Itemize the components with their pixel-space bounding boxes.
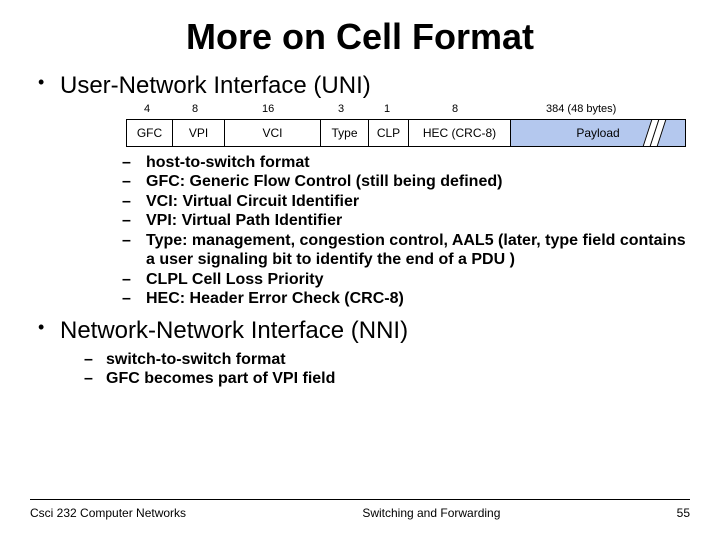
section-uni: User-Network Interface (UNI) 4 8 16 3 1 …: [30, 72, 690, 309]
slide-title: More on Cell Format: [30, 16, 690, 58]
footer-right: 55: [677, 506, 690, 520]
field-payload-label: Payload: [576, 126, 619, 140]
section-heading: Network-Network Interface (NNI): [60, 317, 408, 344]
bit-label: 8: [452, 103, 458, 116]
cell-format-diagram: 4 8 16 3 1 8 384 (48 bytes) GFC VPI VCI …: [126, 103, 686, 147]
truncation-mark: [647, 119, 661, 147]
nni-sublist: switch-to-switch format GFC becomes part…: [60, 350, 690, 389]
section-nni: Network-Network Interface (NNI) switch-t…: [30, 317, 690, 389]
section-heading: User-Network Interface (UNI): [60, 72, 371, 99]
footer-left: Csci 232 Computer Networks: [30, 506, 186, 520]
field-vci: VCI: [224, 119, 320, 147]
bit-label: 3: [338, 103, 344, 116]
bullet-list: User-Network Interface (UNI) 4 8 16 3 1 …: [30, 72, 690, 389]
bit-label: 1: [384, 103, 390, 116]
slide: More on Cell Format User-Network Interfa…: [0, 0, 720, 540]
bit-label: 384 (48 bytes): [546, 103, 616, 116]
field-hec: HEC (CRC-8): [408, 119, 510, 147]
field-row: GFC VPI VCI Type CLP HEC (CRC-8) Payload: [126, 119, 686, 147]
bit-label: 8: [192, 103, 198, 116]
field-type: Type: [320, 119, 368, 147]
list-item: HEC: Header Error Check (CRC-8): [60, 289, 690, 309]
field-payload: Payload: [510, 119, 686, 147]
field-clp: CLP: [368, 119, 408, 147]
list-item: VCI: Virtual Circuit Identifier: [60, 192, 690, 212]
footer-center: Switching and Forwarding: [362, 506, 500, 520]
uni-sublist: host-to-switch format GFC: Generic Flow …: [60, 153, 690, 309]
list-item: VPI: Virtual Path Identifier: [60, 211, 690, 231]
field-vpi: VPI: [172, 119, 224, 147]
list-item: switch-to-switch format: [60, 350, 690, 370]
slide-footer: Csci 232 Computer Networks Switching and…: [30, 499, 690, 520]
list-item: GFC becomes part of VPI field: [60, 369, 690, 389]
field-gfc: GFC: [126, 119, 172, 147]
bit-label: 4: [144, 103, 150, 116]
list-item: GFC: Generic Flow Control (still being d…: [60, 172, 690, 192]
bit-label: 16: [262, 103, 274, 116]
list-item: host-to-switch format: [60, 153, 690, 173]
list-item: CLPL Cell Loss Priority: [60, 270, 690, 290]
bit-width-row: 4 8 16 3 1 8 384 (48 bytes): [126, 103, 686, 119]
list-item: Type: management, congestion control, AA…: [60, 231, 690, 270]
